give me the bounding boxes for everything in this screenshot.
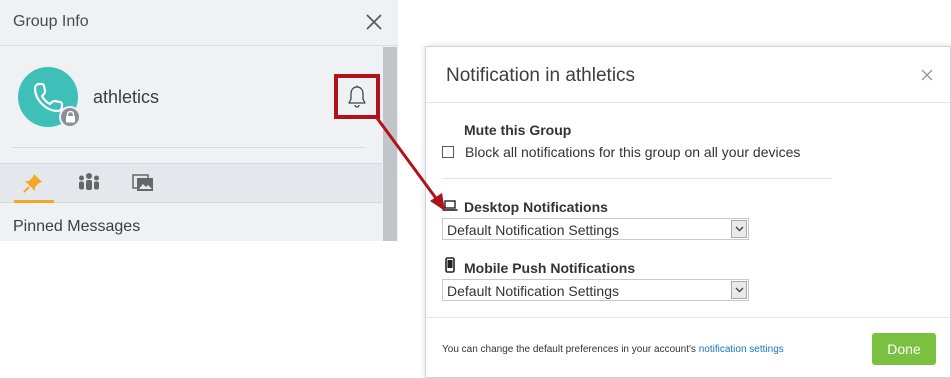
screen: Group Info athletics Pinned Messages Not… (0, 0, 951, 378)
scrollbar-thumb[interactable] (383, 47, 397, 241)
mobile-notification-value: Default Notification Settings (447, 283, 619, 299)
pinned-messages-heading: Pinned Messages (13, 218, 141, 235)
tab-pinned[interactable] (22, 172, 44, 196)
active-tab-indicator (14, 200, 54, 203)
modal-title: Notification in athletics (446, 65, 636, 86)
gallery-icon (132, 174, 153, 191)
chevron-down-icon[interactable] (731, 220, 747, 238)
notification-modal: Notification in athletics Mute this Grou… (425, 46, 951, 378)
group-name: athletics (93, 87, 160, 107)
divider (12, 147, 365, 148)
tab-media[interactable] (132, 172, 154, 196)
laptop-icon (442, 199, 458, 217)
desktop-notifications-heading: Desktop Notifications (464, 199, 608, 215)
people-icon (79, 173, 99, 190)
mobile-notification-select[interactable]: Default Notification Settings (442, 279, 749, 301)
group-info-panel: Group Info athletics Pinned Messages (0, 0, 398, 241)
close-icon[interactable] (920, 68, 934, 82)
bell-icon (348, 85, 366, 108)
desktop-notification-select[interactable]: Default Notification Settings (442, 218, 749, 240)
notification-bell-button[interactable] (334, 74, 380, 119)
mute-checkbox-label[interactable]: Block all notifications for this group o… (465, 144, 800, 160)
mobile-notifications-heading: Mobile Push Notifications (464, 260, 636, 276)
mute-checkbox[interactable] (442, 146, 454, 158)
group-info-header: Group Info (0, 0, 398, 46)
chevron-down-icon[interactable] (731, 281, 747, 299)
mute-group-heading: Mute this Group (464, 122, 572, 138)
group-info-tabs (0, 163, 382, 203)
desktop-notification-value: Default Notification Settings (447, 222, 619, 238)
lock-icon (59, 106, 81, 128)
close-icon[interactable] (364, 12, 384, 32)
divider (426, 317, 950, 318)
group-summary: athletics (0, 47, 382, 163)
footer-note-text: You can change the default preferences i… (442, 344, 696, 355)
footer-note: You can change the default preferences i… (442, 344, 784, 355)
pin-icon (23, 174, 42, 193)
group-info-title: Group Info (13, 13, 89, 30)
mobile-phone-icon (445, 257, 455, 278)
done-button[interactable]: Done (872, 333, 936, 365)
modal-header: Notification in athletics (426, 47, 950, 103)
divider (442, 178, 832, 179)
scrollbar[interactable] (382, 47, 398, 241)
notification-settings-link[interactable]: notification settings (699, 344, 784, 355)
tab-members[interactable] (77, 172, 101, 196)
